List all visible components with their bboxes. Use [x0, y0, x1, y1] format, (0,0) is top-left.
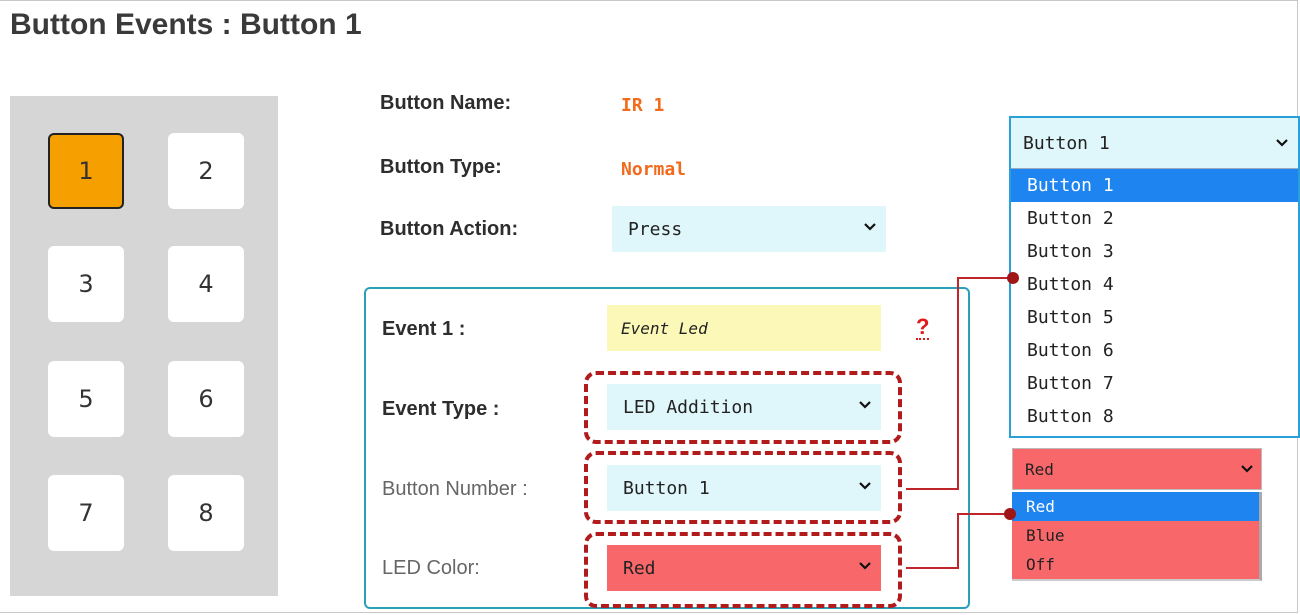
event-type-label: Event Type :: [382, 398, 500, 420]
button-name-label: Button Name:: [380, 92, 512, 114]
keypad-button-6[interactable]: 6: [168, 361, 244, 437]
color-option-red[interactable]: Red: [1012, 492, 1259, 521]
event-name-field[interactable]: Event Led: [607, 305, 881, 351]
button-option-8[interactable]: Button 8: [1011, 400, 1298, 433]
chevron-down-icon: [859, 401, 871, 409]
keypad-button-7[interactable]: 7: [48, 475, 124, 551]
chevron-down-icon: [1276, 139, 1288, 147]
button-action-select[interactable]: Press: [612, 206, 886, 252]
event-type-value: LED Addition: [623, 396, 754, 418]
color-dropdown-selected[interactable]: Red: [1012, 448, 1262, 490]
keypad-button-4[interactable]: 4: [168, 246, 244, 322]
button-dropdown-selected-text: Button 1: [1023, 132, 1110, 154]
color-option-blue[interactable]: Blue: [1012, 521, 1259, 550]
color-dropdown-options: Red Blue Off: [1012, 492, 1262, 581]
keypad-button-5[interactable]: 5: [48, 361, 124, 437]
button-option-4[interactable]: Button 4: [1011, 268, 1298, 301]
button-name-value: IR 1: [621, 95, 665, 116]
keypad-button-3[interactable]: 3: [48, 246, 124, 322]
keypad: 1 2 3 4 5 6 7 8: [10, 96, 278, 596]
button-type-value: Normal: [621, 159, 687, 180]
led-color-dropdown[interactable]: Red Red Blue Off: [1012, 448, 1262, 581]
button-number-select[interactable]: Button 1: [607, 465, 881, 511]
event-type-select[interactable]: LED Addition: [607, 384, 881, 430]
keypad-button-1[interactable]: 1: [48, 133, 124, 209]
button-option-5[interactable]: Button 5: [1011, 301, 1298, 334]
led-color-label: LED Color:: [382, 557, 480, 579]
button-option-2[interactable]: Button 2: [1011, 202, 1298, 235]
keypad-button-2[interactable]: 2: [168, 133, 244, 209]
chevron-down-icon: [1241, 465, 1253, 473]
event-label: Event 1 :: [382, 318, 466, 340]
button-option-7[interactable]: Button 7: [1011, 367, 1298, 400]
button-action-value: Press: [628, 218, 683, 240]
button-dropdown-selected[interactable]: Button 1: [1011, 118, 1298, 168]
led-color-select[interactable]: Red: [607, 545, 881, 591]
button-action-label: Button Action:: [380, 218, 519, 240]
chevron-down-icon: [859, 562, 871, 570]
button-type-label: Button Type:: [380, 156, 502, 178]
chevron-down-icon: [859, 482, 871, 490]
color-option-off[interactable]: Off: [1012, 550, 1259, 579]
help-icon[interactable]: ?: [916, 316, 930, 340]
chevron-down-icon: [864, 223, 876, 231]
page-title: Button Events : Button 1: [10, 8, 362, 41]
button-number-label: Button Number :: [382, 478, 528, 500]
button-dropdown-options: Button 1 Button 2 Button 3 Button 4 Butt…: [1011, 168, 1298, 436]
button-option-3[interactable]: Button 3: [1011, 235, 1298, 268]
button-number-value: Button 1: [623, 477, 710, 499]
led-color-value: Red: [623, 557, 656, 579]
button-option-1[interactable]: Button 1: [1011, 169, 1298, 202]
button-number-dropdown[interactable]: Button 1 Button 1 Button 2 Button 3 Butt…: [1009, 116, 1300, 438]
button-option-6[interactable]: Button 6: [1011, 334, 1298, 367]
color-dropdown-selected-text: Red: [1025, 459, 1054, 479]
keypad-button-8[interactable]: 8: [168, 475, 244, 551]
